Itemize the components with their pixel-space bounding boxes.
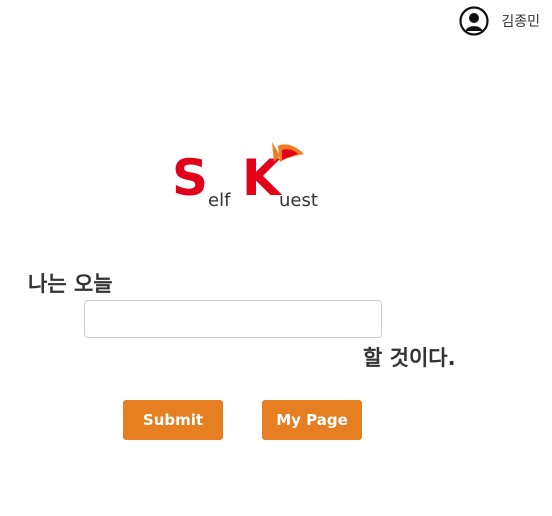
user-menu[interactable]: 김종민 [459,6,540,36]
logo-text-elf: elf [208,190,231,211]
selfkuest-logo: S elf K uest [172,140,322,220]
prompt-before-label: 나는 오늘 [28,272,113,296]
butterfly-wing-icon [272,142,304,162]
user-name[interactable]: 김종민 [501,11,540,31]
user-circle-icon[interactable] [459,6,489,36]
submit-button[interactable]: Submit [123,400,223,440]
logo-text-uest: uest [279,190,318,211]
my-page-button[interactable]: My Page [262,400,362,440]
logo-letter-s: S [172,149,209,207]
prompt-after-label: 할 것이다. [363,346,456,370]
goal-input[interactable] [84,300,382,338]
